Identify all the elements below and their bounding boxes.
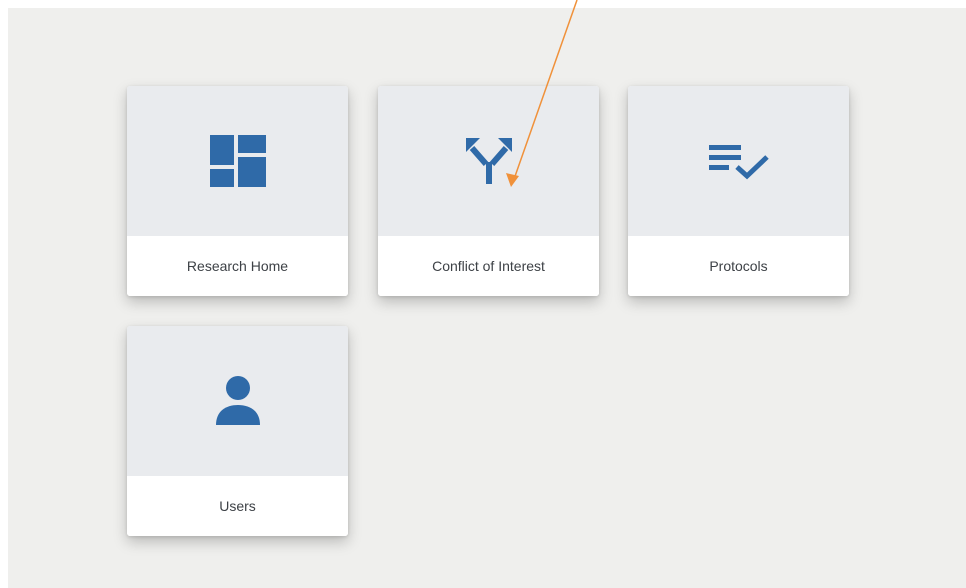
tile-protocols[interactable]: Protocols <box>628 86 849 296</box>
checklist-icon <box>707 141 771 181</box>
tile-label-users: Users <box>127 476 348 536</box>
tile-icon-area <box>127 86 348 236</box>
tile-icon-area <box>378 86 599 236</box>
dashboard-icon <box>209 135 266 187</box>
tile-research-home[interactable]: Research Home <box>127 86 348 296</box>
person-icon <box>214 375 262 427</box>
tile-icon-area <box>628 86 849 236</box>
tile-icon-area <box>127 326 348 476</box>
tile-label-research-home: Research Home <box>127 236 348 296</box>
tile-label-conflict-of-interest: Conflict of Interest <box>378 236 599 296</box>
tile-conflict-of-interest[interactable]: Conflict of Interest <box>378 86 599 296</box>
tile-users[interactable]: Users <box>127 326 348 536</box>
split-arrows-icon <box>464 136 514 186</box>
tile-label-protocols: Protocols <box>628 236 849 296</box>
